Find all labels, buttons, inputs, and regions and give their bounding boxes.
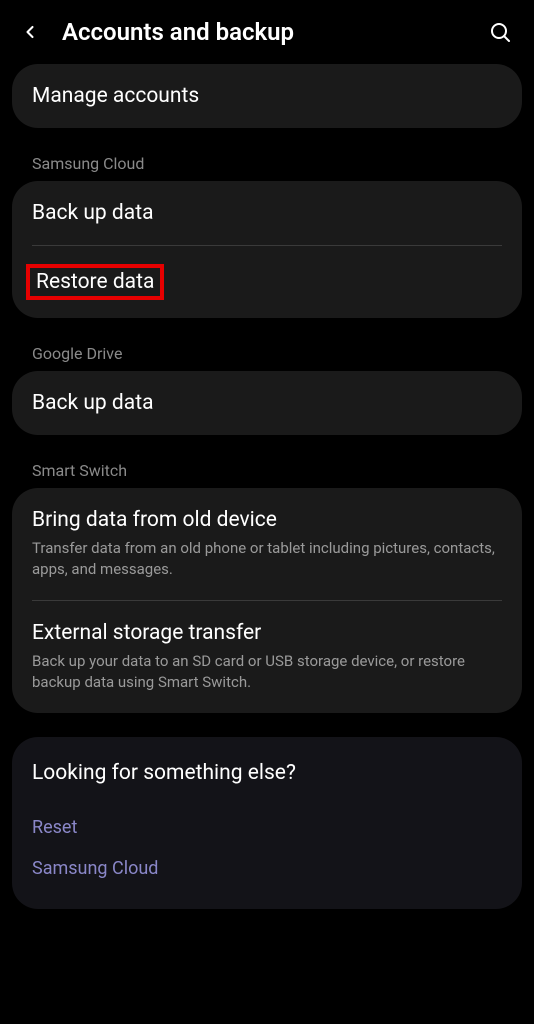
header-bar: Accounts and backup [0,0,534,64]
search-icon [488,20,512,44]
google-backup-label: Back up data [32,391,502,415]
footer-card: Looking for something else? Reset Samsun… [12,737,522,909]
google-backup-item[interactable]: Back up data [12,371,522,435]
highlight-box: Restore data [26,264,164,300]
external-storage-title: External storage transfer [32,621,502,645]
footer-title: Looking for something else? [32,761,502,785]
samsung-cloud-link[interactable]: Samsung Cloud [32,848,502,889]
manage-accounts-item[interactable]: Manage accounts [12,64,522,128]
bring-data-item[interactable]: Bring data from old device Transfer data… [12,488,522,600]
external-storage-item[interactable]: External storage transfer Back up your d… [12,601,522,713]
reset-link[interactable]: Reset [32,807,502,848]
smart-switch-card: Bring data from old device Transfer data… [12,488,522,713]
bring-data-title: Bring data from old device [32,508,502,532]
google-drive-card: Back up data [12,371,522,435]
back-button[interactable] [16,18,44,46]
samsung-restore-label: Restore data [36,270,154,294]
samsung-backup-item[interactable]: Back up data [12,181,522,245]
samsung-restore-item[interactable]: Restore data [12,246,522,318]
content-area: Manage accounts Samsung Cloud Back up da… [0,64,534,909]
samsung-cloud-header: Samsung Cloud [12,142,522,181]
page-title: Accounts and backup [62,18,468,46]
samsung-cloud-card: Back up data Restore data [12,181,522,318]
chevron-left-icon [20,22,40,42]
google-drive-header: Google Drive [12,332,522,371]
external-storage-subtitle: Back up your data to an SD card or USB s… [32,651,502,693]
search-button[interactable] [486,18,514,46]
bring-data-subtitle: Transfer data from an old phone or table… [32,538,502,580]
manage-accounts-card: Manage accounts [12,64,522,128]
samsung-backup-label: Back up data [32,201,502,225]
smart-switch-header: Smart Switch [12,449,522,488]
manage-accounts-label: Manage accounts [32,84,502,108]
